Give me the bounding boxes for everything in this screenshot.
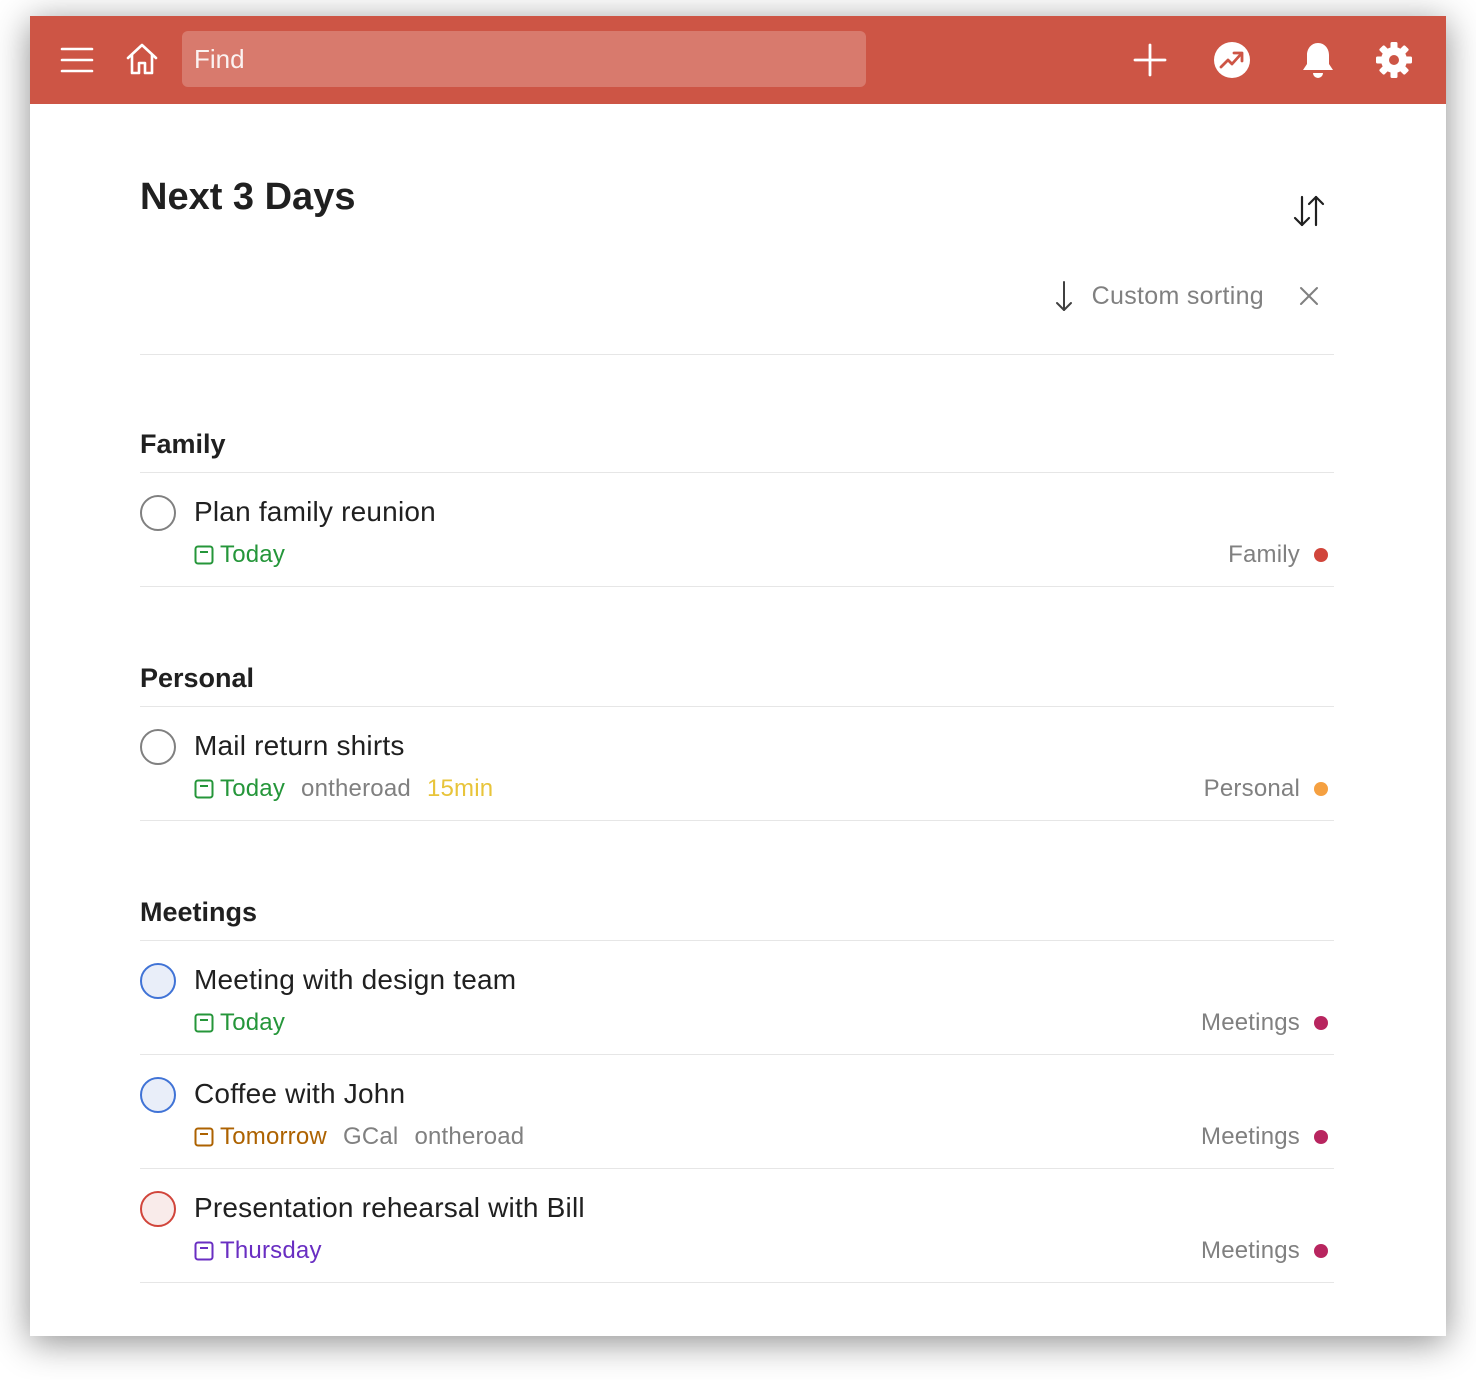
- page-title: Next 3 Days: [140, 176, 356, 218]
- task-meta: Thursday: [194, 1237, 322, 1265]
- menu-icon[interactable]: [54, 38, 100, 82]
- project-label: Meetings: [1201, 1237, 1300, 1264]
- calendar-icon: [194, 1013, 214, 1033]
- task-label[interactable]: GCal: [343, 1123, 398, 1151]
- task-title[interactable]: Presentation rehearsal with Bill: [194, 1191, 585, 1225]
- due-date[interactable]: Today: [194, 1009, 285, 1037]
- project-label: Meetings: [1201, 1123, 1300, 1150]
- task-title[interactable]: Coffee with John: [194, 1077, 405, 1111]
- sort-icon[interactable]: [1284, 190, 1334, 232]
- calendar-icon: [194, 1127, 214, 1147]
- bell-icon[interactable]: [1296, 38, 1340, 82]
- calendar-icon: [194, 779, 214, 799]
- task-item[interactable]: Plan family reunion Today Family: [140, 473, 1334, 587]
- sort-label[interactable]: Custom sorting: [1092, 282, 1264, 311]
- task-checkbox[interactable]: [140, 1077, 176, 1113]
- due-label: Thursday: [220, 1237, 322, 1264]
- project-label: Family: [1228, 541, 1300, 568]
- task-project[interactable]: Family: [1228, 541, 1334, 569]
- task-checkbox[interactable]: [140, 1191, 176, 1227]
- due-date[interactable]: Tomorrow: [194, 1123, 327, 1151]
- task-title[interactable]: Mail return shirts: [194, 729, 405, 763]
- home-icon[interactable]: [120, 36, 164, 82]
- project-label: Meetings: [1201, 1009, 1300, 1036]
- section-title: Personal: [140, 650, 1334, 707]
- task-item[interactable]: Presentation rehearsal with Bill Thursda…: [140, 1169, 1334, 1283]
- section-meetings: Meetings Meeting with design team Today …: [140, 884, 1334, 1283]
- calendar-icon: [194, 545, 214, 565]
- task-item[interactable]: Meeting with design team Today Meetings: [140, 941, 1334, 1055]
- project-color-dot: [1314, 548, 1328, 562]
- calendar-icon: [194, 1241, 214, 1261]
- task-project[interactable]: Meetings: [1201, 1237, 1334, 1265]
- task-label[interactable]: ontheroad: [301, 775, 411, 803]
- task-title[interactable]: Meeting with design team: [194, 963, 516, 997]
- task-title[interactable]: Plan family reunion: [194, 495, 436, 529]
- section-personal: Personal Mail return shirts Today onther…: [140, 650, 1334, 821]
- close-icon[interactable]: [1284, 276, 1334, 316]
- task-checkbox[interactable]: [140, 963, 176, 999]
- task-meta: Tomorrow GCal ontheroad: [194, 1123, 524, 1151]
- task-meta: Today ontheroad 15min: [194, 775, 493, 803]
- due-label: Today: [220, 775, 286, 802]
- section-title: Meetings: [140, 884, 1334, 941]
- project-label: Personal: [1203, 775, 1300, 802]
- task-checkbox[interactable]: [140, 729, 176, 765]
- top-bar: [30, 16, 1446, 104]
- header-divider: [140, 354, 1334, 355]
- project-color-dot: [1314, 1244, 1328, 1258]
- due-date[interactable]: Today: [194, 775, 285, 803]
- app-window: Next 3 Days Custom sorting Family Plan f…: [30, 16, 1446, 1336]
- due-date[interactable]: Today: [194, 541, 285, 569]
- due-label: Today: [220, 1009, 286, 1036]
- task-meta: Today: [194, 541, 285, 569]
- search-bar[interactable]: [182, 31, 866, 87]
- project-color-dot: [1314, 1016, 1328, 1030]
- project-color-dot: [1314, 782, 1328, 796]
- due-label: Tomorrow: [220, 1123, 327, 1150]
- task-duration: 15min: [426, 775, 494, 802]
- sort-indicator: Custom sorting: [1044, 276, 1334, 316]
- productivity-icon[interactable]: [1210, 38, 1254, 82]
- task-project[interactable]: Personal: [1204, 775, 1334, 803]
- section-title: Family: [140, 416, 1334, 473]
- search-input[interactable]: [182, 31, 866, 87]
- task-item[interactable]: Coffee with John Tomorrow GCal ontheroad…: [140, 1055, 1334, 1169]
- task-project[interactable]: Meetings: [1201, 1009, 1334, 1037]
- gear-icon[interactable]: [1372, 38, 1416, 82]
- section-family: Family Plan family reunion Today Family: [140, 416, 1334, 587]
- task-label[interactable]: ontheroad: [414, 1123, 524, 1151]
- task-item[interactable]: Mail return shirts Today ontheroad 15min…: [140, 707, 1334, 821]
- task-checkbox[interactable]: [140, 495, 176, 531]
- project-color-dot: [1314, 1130, 1328, 1144]
- due-label: Today: [220, 541, 286, 568]
- plus-icon[interactable]: [1128, 38, 1172, 82]
- task-meta: Today: [194, 1009, 285, 1037]
- task-project[interactable]: Meetings: [1201, 1123, 1334, 1151]
- due-date[interactable]: Thursday: [194, 1237, 322, 1265]
- arrow-down-icon[interactable]: [1044, 276, 1084, 316]
